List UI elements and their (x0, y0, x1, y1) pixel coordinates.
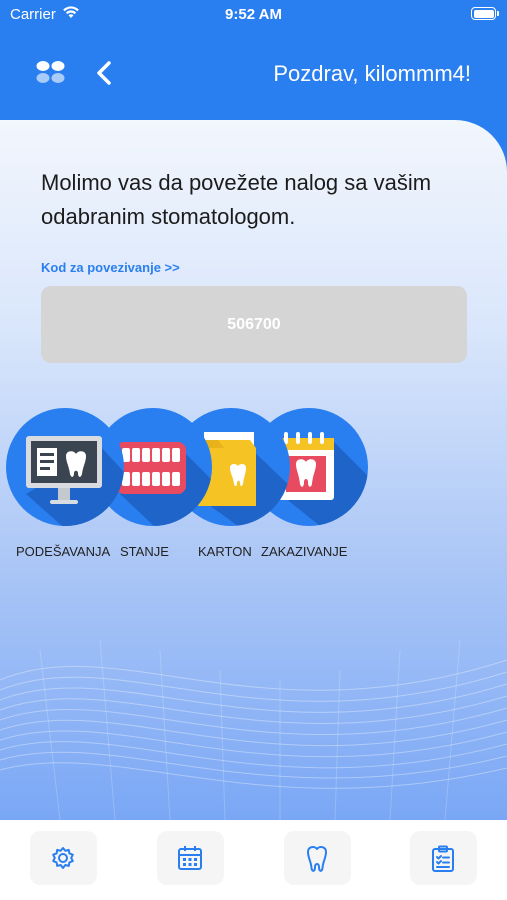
header: Pozdrav, kilommm4! (0, 30, 507, 120)
menu-label-zakazivanje[interactable]: ZAKAZIVANJE (261, 544, 347, 559)
dental-xray-monitor-icon (26, 436, 124, 526)
grid-menu-icon[interactable] (36, 60, 66, 84)
clipboard-checklist-icon (432, 845, 454, 872)
wave-background (0, 639, 507, 820)
status-bar: Carrier 9:52 AM (0, 0, 507, 30)
chevron-left-icon[interactable] (94, 60, 114, 86)
tab-dental[interactable] (284, 831, 351, 885)
gear-icon (52, 847, 74, 869)
calendar-icon (178, 846, 202, 870)
bottom-tab-bar (0, 820, 507, 900)
tab-calendar[interactable] (157, 831, 224, 885)
greeting-text: Pozdrav, kilommm4! (273, 61, 471, 86)
connection-code-field: 506700 (41, 286, 467, 363)
instructions-text: Molimo vas da povežete nalog sa vašim od… (41, 170, 432, 229)
menu-label-karton[interactable]: KARTON (198, 544, 252, 559)
menu-label-stanje[interactable]: STANJE (120, 544, 169, 559)
content-card: Molimo vas da povežete nalog sa vašim od… (0, 120, 507, 820)
menu-label-podesavanja[interactable]: PODEŠAVANJA (16, 544, 110, 559)
battery-icon (471, 7, 499, 20)
tab-settings[interactable] (30, 831, 97, 885)
clock: 9:52 AM (225, 6, 282, 23)
menu-button-podesavanja[interactable] (6, 408, 124, 526)
connection-code-link[interactable]: Kod za povezivanje >> (41, 260, 180, 275)
tab-records[interactable] (410, 831, 477, 885)
tooth-icon (307, 846, 327, 872)
